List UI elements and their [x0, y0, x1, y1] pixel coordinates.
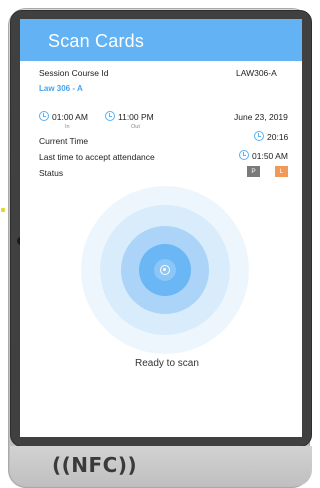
session-date: June 23, 2019: [234, 112, 288, 122]
clock-icon: [239, 150, 249, 160]
clock-icon: [39, 111, 49, 121]
in-time: 01:00 AM: [52, 112, 88, 122]
app-screen: Scan Cards Session Course Id LAW306-A La…: [20, 19, 302, 437]
in-label: In: [65, 124, 70, 130]
session-course-label: Session Course Id: [39, 68, 109, 78]
status-label: Status: [39, 168, 64, 178]
clock-icon: [254, 131, 264, 141]
app-bar: Scan Cards: [20, 19, 302, 61]
last-accept-value: 01:50 AM: [252, 151, 288, 161]
last-accept-label: Last time to accept attendance: [39, 152, 155, 162]
out-time: 11:00 PM: [118, 112, 154, 122]
status-badge-late[interactable]: L: [275, 166, 288, 177]
page-title: Scan Cards: [48, 31, 145, 51]
clock-icon: [105, 111, 115, 121]
session-course-id: LAW306-A: [236, 68, 277, 78]
current-time-value: 20:16: [267, 132, 289, 142]
scan-status-text: Ready to scan: [135, 358, 199, 369]
out-label: Out: [131, 124, 140, 130]
nfc-logo: ((NFC)): [52, 453, 138, 477]
course-name-link[interactable]: Law 306 - A: [39, 84, 83, 93]
nfc-icon: [160, 265, 170, 275]
current-time-label: Current Time: [39, 136, 89, 146]
decorative-mark: [1, 208, 5, 212]
status-badge-present[interactable]: P: [247, 166, 260, 177]
